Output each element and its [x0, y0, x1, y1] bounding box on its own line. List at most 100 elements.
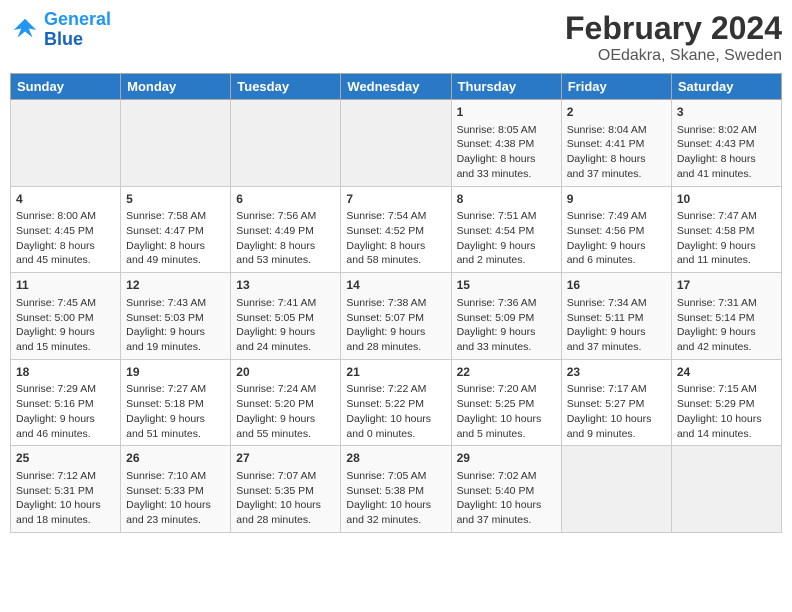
column-header-monday: Monday — [121, 74, 231, 100]
day-number: 6 — [236, 191, 335, 208]
day-info: Sunrise: 7:27 AM Sunset: 5:18 PM Dayligh… — [126, 382, 225, 441]
column-header-saturday: Saturday — [671, 74, 781, 100]
calendar-cell: 22Sunrise: 7:20 AM Sunset: 5:25 PM Dayli… — [451, 359, 561, 446]
calendar-cell: 6Sunrise: 7:56 AM Sunset: 4:49 PM Daylig… — [231, 186, 341, 273]
day-info: Sunrise: 7:05 AM Sunset: 5:38 PM Dayligh… — [346, 469, 445, 528]
calendar-cell: 16 Sunrise: 7:34 AM Sunset: 5:11 PM Dayli… — [561, 273, 671, 360]
day-info: Sunrise: 7:56 AM Sunset: 4:49 PM Dayligh… — [236, 209, 335, 268]
day-info: Sunrise: 8:05 AM Sunset: 4:38 PM Dayligh… — [457, 123, 556, 182]
day-number: 16 — [567, 277, 666, 294]
calendar-cell: 24Sunrise: 7:15 AM Sunset: 5:29 PM Dayli… — [671, 359, 781, 446]
main-title: February 2024 — [565, 10, 782, 47]
day-number: 5 — [126, 191, 225, 208]
calendar-cell: 23Sunrise: 7:17 AM Sunset: 5:27 PM Dayli… — [561, 359, 671, 446]
day-info: Sunrise: 7:20 AM Sunset: 5:25 PM Dayligh… — [457, 382, 556, 441]
day-number: 29 — [457, 450, 556, 467]
calendar-table: SundayMondayTuesdayWednesdayThursdayFrid… — [10, 73, 782, 533]
calendar-cell — [671, 446, 781, 533]
logo-bird-icon — [10, 15, 40, 45]
day-number: 11 — [16, 277, 115, 294]
day-info: Sunrise: 7:34 AM Sunset: 5:11 PM Dayligh… — [567, 296, 666, 355]
day-info: Sunrise: 7:49 AM Sunset: 4:56 PM Dayligh… — [567, 209, 666, 268]
day-info: Sunrise: 7:10 AM Sunset: 5:33 PM Dayligh… — [126, 469, 225, 528]
calendar-week-row: 1 Sunrise: 8:05 AM Sunset: 4:38 PM Daylig… — [11, 100, 782, 187]
day-number: 8 — [457, 191, 556, 208]
day-info: Sunrise: 7:51 AM Sunset: 4:54 PM Dayligh… — [457, 209, 556, 268]
day-info: Sunrise: 7:47 AM Sunset: 4:58 PM Dayligh… — [677, 209, 776, 268]
calendar-cell: 27 Sunrise: 7:07 AM Sunset: 5:35 PM Dayli… — [231, 446, 341, 533]
calendar-cell: 4Sunrise: 8:00 AM Sunset: 4:45 PM Daylig… — [11, 186, 121, 273]
day-number: 1 — [457, 104, 556, 121]
calendar-cell: 1 Sunrise: 8:05 AM Sunset: 4:38 PM Daylig… — [451, 100, 561, 187]
day-number: 13 — [236, 277, 335, 294]
day-info: Sunrise: 7:41 AM Sunset: 5:05 PM Dayligh… — [236, 296, 335, 355]
day-number: 17 — [677, 277, 776, 294]
day-number: 9 — [567, 191, 666, 208]
calendar-header-row: SundayMondayTuesdayWednesdayThursdayFrid… — [11, 74, 782, 100]
calendar-cell: 26 Sunrise: 7:10 AM Sunset: 5:33 PM Dayli… — [121, 446, 231, 533]
calendar-cell: 21Sunrise: 7:22 AM Sunset: 5:22 PM Dayli… — [341, 359, 451, 446]
column-header-thursday: Thursday — [451, 74, 561, 100]
calendar-cell: 17 Sunrise: 7:31 AM Sunset: 5:14 PM Dayli… — [671, 273, 781, 360]
day-info: Sunrise: 7:15 AM Sunset: 5:29 PM Dayligh… — [677, 382, 776, 441]
day-number: 7 — [346, 191, 445, 208]
day-number: 24 — [677, 364, 776, 381]
day-number: 22 — [457, 364, 556, 381]
calendar-cell — [341, 100, 451, 187]
calendar-cell: 13 Sunrise: 7:41 AM Sunset: 5:05 PM Dayli… — [231, 273, 341, 360]
day-number: 26 — [126, 450, 225, 467]
calendar-week-row: 25 Sunrise: 7:12 AM Sunset: 5:31 PM Dayli… — [11, 446, 782, 533]
subtitle: OEdakra, Skane, Sweden — [565, 47, 782, 65]
calendar-cell — [121, 100, 231, 187]
calendar-cell: 3 Sunrise: 8:02 AM Sunset: 4:43 PM Daylig… — [671, 100, 781, 187]
day-info: Sunrise: 7:12 AM Sunset: 5:31 PM Dayligh… — [16, 469, 115, 528]
day-info: Sunrise: 7:24 AM Sunset: 5:20 PM Dayligh… — [236, 382, 335, 441]
logo: General Blue — [10, 10, 111, 50]
day-number: 3 — [677, 104, 776, 121]
day-number: 19 — [126, 364, 225, 381]
day-info: Sunrise: 7:45 AM Sunset: 5:00 PM Dayligh… — [16, 296, 115, 355]
calendar-cell: 9Sunrise: 7:49 AM Sunset: 4:56 PM Daylig… — [561, 186, 671, 273]
day-number: 14 — [346, 277, 445, 294]
day-number: 27 — [236, 450, 335, 467]
day-info: Sunrise: 8:02 AM Sunset: 4:43 PM Dayligh… — [677, 123, 776, 182]
day-number: 4 — [16, 191, 115, 208]
day-info: Sunrise: 7:17 AM Sunset: 5:27 PM Dayligh… — [567, 382, 666, 441]
calendar-cell: 10Sunrise: 7:47 AM Sunset: 4:58 PM Dayli… — [671, 186, 781, 273]
day-info: Sunrise: 7:02 AM Sunset: 5:40 PM Dayligh… — [457, 469, 556, 528]
day-info: Sunrise: 7:31 AM Sunset: 5:14 PM Dayligh… — [677, 296, 776, 355]
logo-text: General Blue — [44, 10, 111, 50]
day-number: 15 — [457, 277, 556, 294]
day-info: Sunrise: 8:04 AM Sunset: 4:41 PM Dayligh… — [567, 123, 666, 182]
day-number: 2 — [567, 104, 666, 121]
calendar-cell: 25 Sunrise: 7:12 AM Sunset: 5:31 PM Dayli… — [11, 446, 121, 533]
day-number: 18 — [16, 364, 115, 381]
calendar-week-row: 11 Sunrise: 7:45 AM Sunset: 5:00 PM Dayli… — [11, 273, 782, 360]
day-info: Sunrise: 8:00 AM Sunset: 4:45 PM Dayligh… — [16, 209, 115, 268]
day-number: 23 — [567, 364, 666, 381]
column-header-wednesday: Wednesday — [341, 74, 451, 100]
day-info: Sunrise: 7:54 AM Sunset: 4:52 PM Dayligh… — [346, 209, 445, 268]
calendar-cell: 15 Sunrise: 7:36 AM Sunset: 5:09 PM Dayli… — [451, 273, 561, 360]
calendar-cell — [11, 100, 121, 187]
page-header: General Blue February 2024 OEdakra, Skan… — [10, 10, 782, 65]
day-number: 12 — [126, 277, 225, 294]
day-info: Sunrise: 7:29 AM Sunset: 5:16 PM Dayligh… — [16, 382, 115, 441]
calendar-week-row: 4Sunrise: 8:00 AM Sunset: 4:45 PM Daylig… — [11, 186, 782, 273]
column-header-friday: Friday — [561, 74, 671, 100]
calendar-cell: 29 Sunrise: 7:02 AM Sunset: 5:40 PM Dayli… — [451, 446, 561, 533]
day-info: Sunrise: 7:22 AM Sunset: 5:22 PM Dayligh… — [346, 382, 445, 441]
calendar-cell — [231, 100, 341, 187]
calendar-cell: 12 Sunrise: 7:43 AM Sunset: 5:03 PM Dayli… — [121, 273, 231, 360]
calendar-cell: 8Sunrise: 7:51 AM Sunset: 4:54 PM Daylig… — [451, 186, 561, 273]
calendar-cell — [561, 446, 671, 533]
day-info: Sunrise: 7:58 AM Sunset: 4:47 PM Dayligh… — [126, 209, 225, 268]
day-info: Sunrise: 7:07 AM Sunset: 5:35 PM Dayligh… — [236, 469, 335, 528]
calendar-cell: 28Sunrise: 7:05 AM Sunset: 5:38 PM Dayli… — [341, 446, 451, 533]
day-number: 25 — [16, 450, 115, 467]
day-number: 20 — [236, 364, 335, 381]
day-info: Sunrise: 7:36 AM Sunset: 5:09 PM Dayligh… — [457, 296, 556, 355]
day-info: Sunrise: 7:43 AM Sunset: 5:03 PM Dayligh… — [126, 296, 225, 355]
calendar-week-row: 18Sunrise: 7:29 AM Sunset: 5:16 PM Dayli… — [11, 359, 782, 446]
calendar-cell: 7Sunrise: 7:54 AM Sunset: 4:52 PM Daylig… — [341, 186, 451, 273]
